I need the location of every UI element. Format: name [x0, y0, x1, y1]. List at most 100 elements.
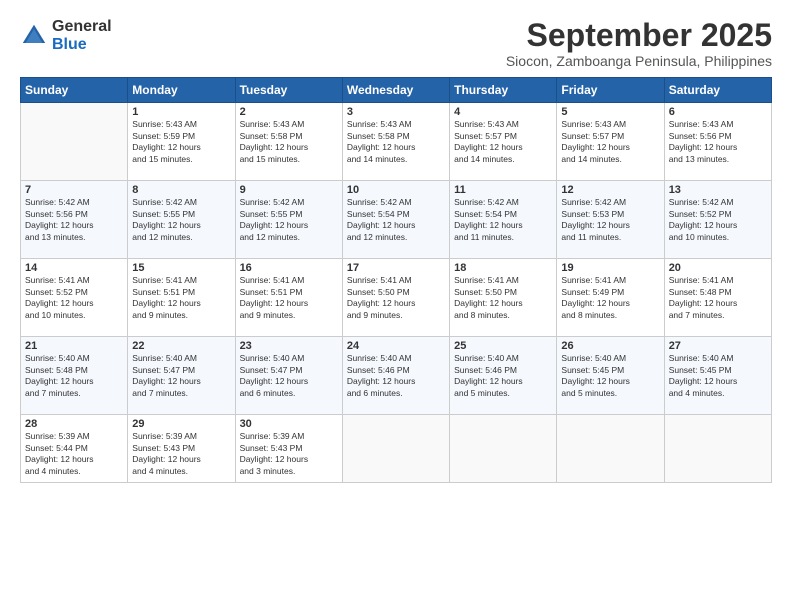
day-info: Sunrise: 5:40 AM Sunset: 5:46 PM Dayligh… [347, 353, 445, 399]
calendar-cell: 13Sunrise: 5:42 AM Sunset: 5:52 PM Dayli… [664, 181, 771, 259]
calendar-cell: 4Sunrise: 5:43 AM Sunset: 5:57 PM Daylig… [450, 103, 557, 181]
header: General Blue September 2025 Siocon, Zamb… [20, 18, 772, 69]
calendar-cell: 16Sunrise: 5:41 AM Sunset: 5:51 PM Dayli… [235, 259, 342, 337]
weekday-header-friday: Friday [557, 78, 664, 103]
calendar-cell: 3Sunrise: 5:43 AM Sunset: 5:58 PM Daylig… [342, 103, 449, 181]
calendar-week-2: 7Sunrise: 5:42 AM Sunset: 5:56 PM Daylig… [21, 181, 772, 259]
day-number: 23 [240, 340, 338, 352]
calendar-week-4: 21Sunrise: 5:40 AM Sunset: 5:48 PM Dayli… [21, 337, 772, 415]
calendar-cell: 19Sunrise: 5:41 AM Sunset: 5:49 PM Dayli… [557, 259, 664, 337]
calendar-cell: 23Sunrise: 5:40 AM Sunset: 5:47 PM Dayli… [235, 337, 342, 415]
weekday-row: SundayMondayTuesdayWednesdayThursdayFrid… [21, 78, 772, 103]
day-info: Sunrise: 5:42 AM Sunset: 5:56 PM Dayligh… [25, 197, 123, 243]
title-area: September 2025 Siocon, Zamboanga Peninsu… [506, 18, 772, 69]
day-info: Sunrise: 5:43 AM Sunset: 5:58 PM Dayligh… [240, 119, 338, 165]
day-number: 6 [669, 106, 767, 118]
day-number: 30 [240, 418, 338, 430]
day-number: 3 [347, 106, 445, 118]
weekday-header-sunday: Sunday [21, 78, 128, 103]
calendar-cell: 11Sunrise: 5:42 AM Sunset: 5:54 PM Dayli… [450, 181, 557, 259]
calendar-cell: 24Sunrise: 5:40 AM Sunset: 5:46 PM Dayli… [342, 337, 449, 415]
day-number: 12 [561, 184, 659, 196]
calendar-cell: 7Sunrise: 5:42 AM Sunset: 5:56 PM Daylig… [21, 181, 128, 259]
calendar-cell: 18Sunrise: 5:41 AM Sunset: 5:50 PM Dayli… [450, 259, 557, 337]
calendar-cell: 5Sunrise: 5:43 AM Sunset: 5:57 PM Daylig… [557, 103, 664, 181]
calendar-cell: 14Sunrise: 5:41 AM Sunset: 5:52 PM Dayli… [21, 259, 128, 337]
day-info: Sunrise: 5:40 AM Sunset: 5:46 PM Dayligh… [454, 353, 552, 399]
day-number: 8 [132, 184, 230, 196]
day-info: Sunrise: 5:41 AM Sunset: 5:49 PM Dayligh… [561, 275, 659, 321]
calendar-cell: 27Sunrise: 5:40 AM Sunset: 5:45 PM Dayli… [664, 337, 771, 415]
day-info: Sunrise: 5:40 AM Sunset: 5:48 PM Dayligh… [25, 353, 123, 399]
day-info: Sunrise: 5:43 AM Sunset: 5:59 PM Dayligh… [132, 119, 230, 165]
day-number: 13 [669, 184, 767, 196]
logo-general: General [52, 18, 112, 36]
day-info: Sunrise: 5:40 AM Sunset: 5:45 PM Dayligh… [561, 353, 659, 399]
logo: General Blue [20, 18, 112, 53]
calendar-cell: 26Sunrise: 5:40 AM Sunset: 5:45 PM Dayli… [557, 337, 664, 415]
calendar-cell: 29Sunrise: 5:39 AM Sunset: 5:43 PM Dayli… [128, 415, 235, 483]
calendar-cell [450, 415, 557, 483]
weekday-header-saturday: Saturday [664, 78, 771, 103]
weekday-header-wednesday: Wednesday [342, 78, 449, 103]
page: General Blue September 2025 Siocon, Zamb… [0, 0, 792, 612]
calendar-body: 1Sunrise: 5:43 AM Sunset: 5:59 PM Daylig… [21, 103, 772, 483]
calendar-header: SundayMondayTuesdayWednesdayThursdayFrid… [21, 78, 772, 103]
calendar-cell [342, 415, 449, 483]
day-number: 28 [25, 418, 123, 430]
day-number: 19 [561, 262, 659, 274]
weekday-header-tuesday: Tuesday [235, 78, 342, 103]
calendar-cell: 9Sunrise: 5:42 AM Sunset: 5:55 PM Daylig… [235, 181, 342, 259]
location-subtitle: Siocon, Zamboanga Peninsula, Philippines [506, 53, 772, 69]
day-info: Sunrise: 5:43 AM Sunset: 5:56 PM Dayligh… [669, 119, 767, 165]
month-title: September 2025 [506, 18, 772, 53]
calendar-cell: 28Sunrise: 5:39 AM Sunset: 5:44 PM Dayli… [21, 415, 128, 483]
day-info: Sunrise: 5:42 AM Sunset: 5:55 PM Dayligh… [240, 197, 338, 243]
day-info: Sunrise: 5:40 AM Sunset: 5:47 PM Dayligh… [240, 353, 338, 399]
day-number: 10 [347, 184, 445, 196]
day-number: 21 [25, 340, 123, 352]
day-number: 25 [454, 340, 552, 352]
logo-icon [20, 22, 48, 50]
weekday-header-thursday: Thursday [450, 78, 557, 103]
calendar-week-5: 28Sunrise: 5:39 AM Sunset: 5:44 PM Dayli… [21, 415, 772, 483]
day-info: Sunrise: 5:42 AM Sunset: 5:54 PM Dayligh… [347, 197, 445, 243]
day-number: 7 [25, 184, 123, 196]
day-number: 15 [132, 262, 230, 274]
calendar-cell: 10Sunrise: 5:42 AM Sunset: 5:54 PM Dayli… [342, 181, 449, 259]
day-info: Sunrise: 5:39 AM Sunset: 5:43 PM Dayligh… [132, 431, 230, 477]
day-number: 26 [561, 340, 659, 352]
day-number: 16 [240, 262, 338, 274]
weekday-header-monday: Monday [128, 78, 235, 103]
calendar-cell: 1Sunrise: 5:43 AM Sunset: 5:59 PM Daylig… [128, 103, 235, 181]
day-number: 4 [454, 106, 552, 118]
day-info: Sunrise: 5:39 AM Sunset: 5:43 PM Dayligh… [240, 431, 338, 477]
day-info: Sunrise: 5:42 AM Sunset: 5:52 PM Dayligh… [669, 197, 767, 243]
day-number: 27 [669, 340, 767, 352]
day-info: Sunrise: 5:41 AM Sunset: 5:50 PM Dayligh… [454, 275, 552, 321]
day-number: 17 [347, 262, 445, 274]
day-number: 20 [669, 262, 767, 274]
day-info: Sunrise: 5:39 AM Sunset: 5:44 PM Dayligh… [25, 431, 123, 477]
calendar-cell [664, 415, 771, 483]
day-number: 2 [240, 106, 338, 118]
day-number: 29 [132, 418, 230, 430]
day-number: 9 [240, 184, 338, 196]
calendar-cell: 20Sunrise: 5:41 AM Sunset: 5:48 PM Dayli… [664, 259, 771, 337]
calendar-cell: 2Sunrise: 5:43 AM Sunset: 5:58 PM Daylig… [235, 103, 342, 181]
day-info: Sunrise: 5:41 AM Sunset: 5:51 PM Dayligh… [132, 275, 230, 321]
day-info: Sunrise: 5:41 AM Sunset: 5:52 PM Dayligh… [25, 275, 123, 321]
calendar-cell: 21Sunrise: 5:40 AM Sunset: 5:48 PM Dayli… [21, 337, 128, 415]
calendar-cell: 12Sunrise: 5:42 AM Sunset: 5:53 PM Dayli… [557, 181, 664, 259]
day-number: 14 [25, 262, 123, 274]
day-number: 22 [132, 340, 230, 352]
calendar-table: SundayMondayTuesdayWednesdayThursdayFrid… [20, 77, 772, 483]
logo-blue: Blue [52, 36, 112, 54]
day-number: 18 [454, 262, 552, 274]
calendar-week-1: 1Sunrise: 5:43 AM Sunset: 5:59 PM Daylig… [21, 103, 772, 181]
logo-text: General Blue [52, 18, 112, 53]
calendar-cell: 17Sunrise: 5:41 AM Sunset: 5:50 PM Dayli… [342, 259, 449, 337]
calendar-cell [557, 415, 664, 483]
calendar-cell: 22Sunrise: 5:40 AM Sunset: 5:47 PM Dayli… [128, 337, 235, 415]
day-info: Sunrise: 5:42 AM Sunset: 5:53 PM Dayligh… [561, 197, 659, 243]
